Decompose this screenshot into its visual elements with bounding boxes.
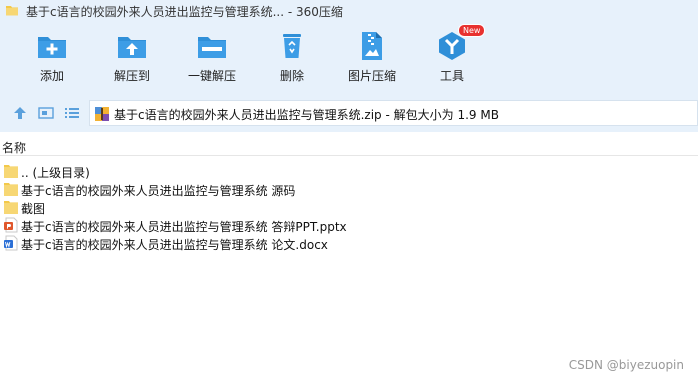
new-badge: New — [458, 24, 486, 37]
tools-label: 工具 — [439, 69, 464, 83]
title-bar: 基于c语言的校园外来人员进出监控与管理系统... - 360压缩 — [0, 0, 698, 22]
list-item[interactable]: 基于c语言的校园外来人员进出监控与管理系统 论文.docx — [4, 234, 404, 252]
add-button[interactable]: 添加 — [14, 30, 90, 84]
file-name: 基于c语言的校园外来人员进出监控与管理系统 论文.docx — [21, 238, 328, 252]
tools-button[interactable]: New 工具 — [414, 24, 490, 84]
image-compress-label: 图片压缩 — [347, 69, 396, 83]
folder-icon — [4, 165, 18, 178]
folder-icon — [4, 183, 18, 196]
docx-file-icon — [4, 235, 18, 251]
add-label: 添加 — [39, 69, 64, 83]
list-item[interactable]: 基于c语言的校园外来人员进出监控与管理系统 答辩PPT.pptx — [4, 216, 404, 234]
one-click-extract-label: 一键解压 — [187, 69, 236, 83]
file-name: 基于c语言的校园外来人员进出监控与管理系统 答辩PPT.pptx — [21, 220, 347, 234]
image-compress-button[interactable]: 图片压缩 — [334, 30, 410, 84]
file-name: 基于c语言的校园外来人员进出监控与管理系统 源码 — [21, 184, 296, 198]
file-name: 截图 — [21, 202, 46, 216]
list-view-icon[interactable] — [64, 106, 80, 120]
delete-label: 删除 — [279, 69, 304, 83]
folder-icon — [4, 201, 18, 214]
address-bar: 基于c语言的校园外来人员进出监控与管理系统.zip - 解包大小为 1.9 MB — [0, 94, 698, 132]
toolbar: 添加 解压到 一键解压 删除 图片压缩 New 工具 — [0, 22, 698, 94]
recycle-bin-icon — [283, 34, 301, 58]
extract-folder-icon — [118, 37, 146, 58]
extract-to-button[interactable]: 解压到 — [94, 30, 170, 84]
column-header[interactable]: 名称 — [0, 137, 698, 156]
window-title: 基于c语言的校园外来人员进出监控与管理系统... - 360压缩 — [26, 5, 343, 19]
list-item[interactable]: 截图 — [4, 198, 404, 216]
extract-to-label: 解压到 — [113, 69, 150, 83]
archive-path: 基于c语言的校园外来人员进出监控与管理系统.zip - 解包大小为 1.9 MB — [114, 108, 499, 122]
archive-icon — [95, 107, 109, 121]
up-arrow-icon[interactable] — [12, 106, 28, 120]
one-click-extract-icon — [198, 37, 226, 58]
delete-button[interactable]: 删除 — [254, 30, 330, 84]
file-name: .. (上级目录) — [21, 166, 90, 180]
address-box[interactable]: 基于c语言的校园外来人员进出监控与管理系统.zip - 解包大小为 1.9 MB — [89, 100, 698, 126]
one-click-extract-button[interactable]: 一键解压 — [174, 30, 250, 84]
watermark: CSDN @biyezuopin — [568, 358, 684, 372]
list-item[interactable]: 基于c语言的校园外来人员进出监控与管理系统 源码 — [4, 180, 404, 198]
zip-file-icon — [362, 32, 382, 60]
list-item[interactable]: .. (上级目录) — [4, 162, 404, 180]
thumbnail-view-icon[interactable] — [38, 106, 54, 120]
name-column-header[interactable]: 名称 — [2, 139, 26, 156]
add-folder-icon — [38, 37, 66, 58]
folder-app-icon — [6, 6, 18, 16]
pptx-file-icon — [4, 217, 18, 233]
